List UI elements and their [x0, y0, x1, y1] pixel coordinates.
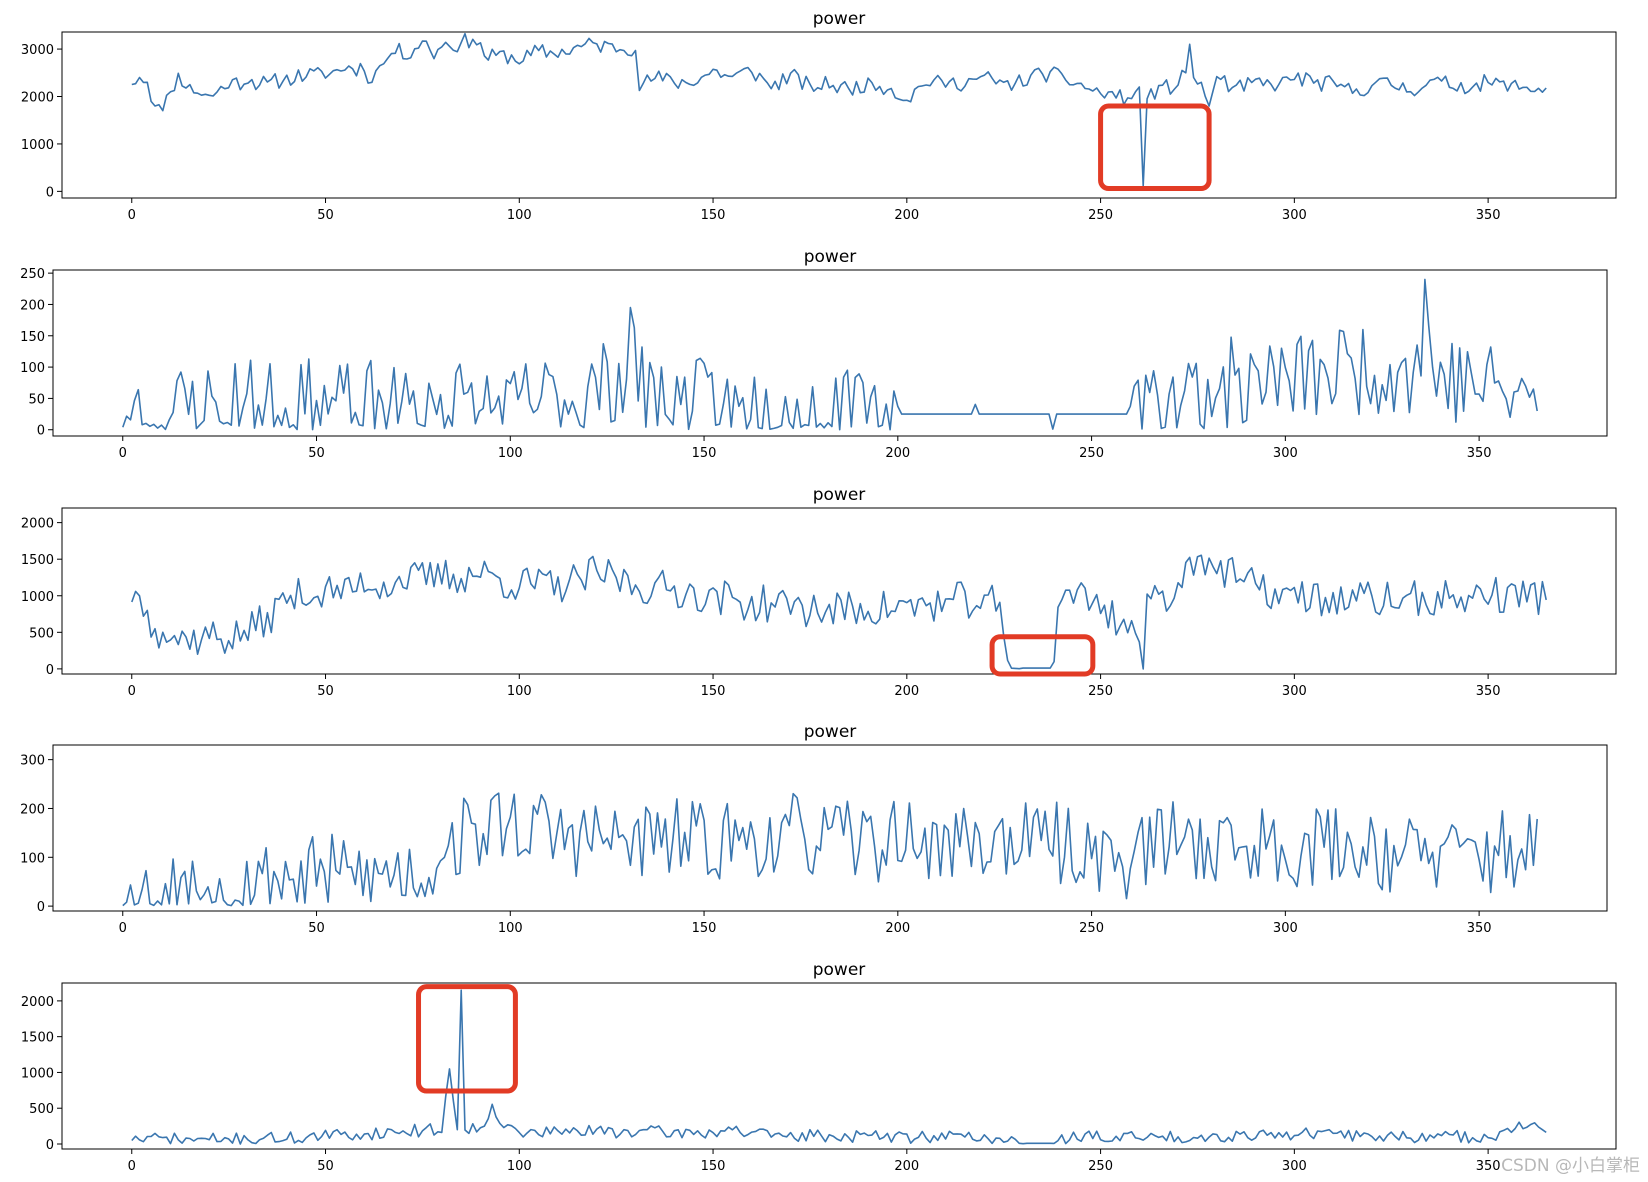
x-tick-label: 50: [317, 684, 334, 699]
x-tick-label: 250: [1088, 208, 1113, 223]
y-tick-label: 1500: [21, 553, 54, 568]
highlight-box: [416, 984, 518, 1094]
y-tick-label: 500: [29, 1102, 54, 1117]
x-tick-label: 150: [701, 1159, 726, 1174]
y-tick-label: 0: [46, 663, 54, 678]
subplot-4: power 0 50 100 150 200 250 300 350 0 100 200 300: [20, 722, 1608, 936]
x-tick-label: 100: [507, 208, 532, 223]
x-tick-label: 200: [885, 921, 910, 936]
x-tick-label: 350: [1467, 446, 1492, 461]
y-tick-label: 1500: [21, 1031, 54, 1046]
x-tick-label: 250: [1079, 921, 1104, 936]
y-tick-label: 0: [46, 1138, 54, 1153]
y-tick-label: 150: [20, 330, 45, 345]
subplot-1: power 0 50 100 150 200 250 300 350 0 1000 2000 3000: [21, 9, 1617, 223]
y-tick-label: 0: [37, 900, 45, 915]
x-tick-label: 50: [317, 1159, 334, 1174]
x-tick-label: 350: [1476, 208, 1501, 223]
x-tick-label: 200: [894, 1159, 919, 1174]
y-tick-label: 1000: [21, 1066, 54, 1081]
x-tick-label: 150: [701, 208, 726, 223]
chart-title: power: [813, 485, 866, 505]
subplots-figure: power0 50 100 150 200 250 300 3500100020003000p…: [20, 9, 1617, 1174]
x-tick-label: 0: [119, 446, 127, 461]
y-tick-label: 100: [20, 361, 45, 376]
subplot-2: power 0 50 100 150 200 250 300 350 0 50 100 150 200 25…: [20, 247, 1608, 461]
x-tick-label: 150: [701, 684, 726, 699]
x-tick-label: 0: [128, 684, 136, 699]
x-tick-label: 200: [885, 446, 910, 461]
y-tick-label: 250: [20, 267, 45, 282]
x-tick-label: 250: [1079, 446, 1104, 461]
x-tick-label: 0: [128, 1159, 136, 1174]
x-tick-label: 100: [507, 684, 532, 699]
x-tick-label: 300: [1273, 921, 1298, 936]
x-tick-label: 150: [692, 446, 717, 461]
x-tick-label: 200: [894, 208, 919, 223]
x-tick-label: 350: [1476, 1159, 1501, 1174]
y-tick-label: 1000: [21, 590, 54, 605]
x-tick-label: 0: [128, 208, 136, 223]
x-tick-label: 300: [1282, 1159, 1307, 1174]
series-line: [131, 554, 1547, 670]
subplot-3: power 0 50 100 150 200 250 300 350 0 500 1000 1500 20…: [21, 485, 1617, 699]
series-line: [122, 792, 1538, 907]
axes-frame: [61, 507, 1617, 675]
y-tick-label: 1000: [21, 138, 54, 153]
y-tick-label: 500: [29, 626, 54, 641]
x-tick-label: 50: [308, 446, 325, 461]
x-tick-label: 300: [1273, 446, 1298, 461]
x-tick-label: 300: [1282, 684, 1307, 699]
x-tick-label: 250: [1088, 684, 1113, 699]
chart-title: power: [804, 722, 857, 742]
x-tick-label: 0: [119, 921, 127, 936]
y-tick-label: 300: [20, 754, 45, 769]
y-tick-label: 100: [20, 851, 45, 866]
x-tick-label: 100: [498, 921, 523, 936]
y-tick-label: 3000: [21, 43, 54, 58]
y-tick-label: 2000: [21, 91, 54, 106]
x-tick-label: 100: [507, 1159, 532, 1174]
series-line: [131, 989, 1547, 1145]
y-tick-label: 0: [37, 424, 45, 439]
chart-title: power: [813, 960, 866, 980]
x-tick-label: 250: [1088, 1159, 1113, 1174]
subplot-5: power 0 50 100 150 200 250 300 350 0 500 1000 1500 20…: [21, 960, 1617, 1174]
x-tick-label: 100: [498, 446, 523, 461]
x-tick-label: 50: [317, 208, 334, 223]
axes-frame: [61, 31, 1617, 199]
axes-frame: [61, 982, 1617, 1150]
x-tick-label: 50: [308, 921, 325, 936]
y-tick-label: 200: [20, 802, 45, 817]
chart-title: power: [813, 9, 866, 29]
x-tick-label: 150: [692, 921, 717, 936]
chart-title: power: [804, 247, 857, 267]
y-tick-label: 2000: [21, 517, 54, 532]
series-line: [122, 278, 1538, 431]
series-line: [131, 32, 1547, 187]
watermark: CSDN @小白掌柜: [1501, 1156, 1640, 1176]
highlight-box: [1098, 103, 1212, 192]
x-tick-label: 200: [894, 684, 919, 699]
y-tick-label: 200: [20, 298, 45, 313]
y-tick-label: 50: [28, 392, 45, 407]
y-tick-label: 0: [46, 185, 54, 200]
y-tick-label: 2000: [21, 995, 54, 1010]
x-tick-label: 300: [1282, 208, 1307, 223]
x-tick-label: 350: [1476, 684, 1501, 699]
x-tick-label: 350: [1467, 921, 1492, 936]
